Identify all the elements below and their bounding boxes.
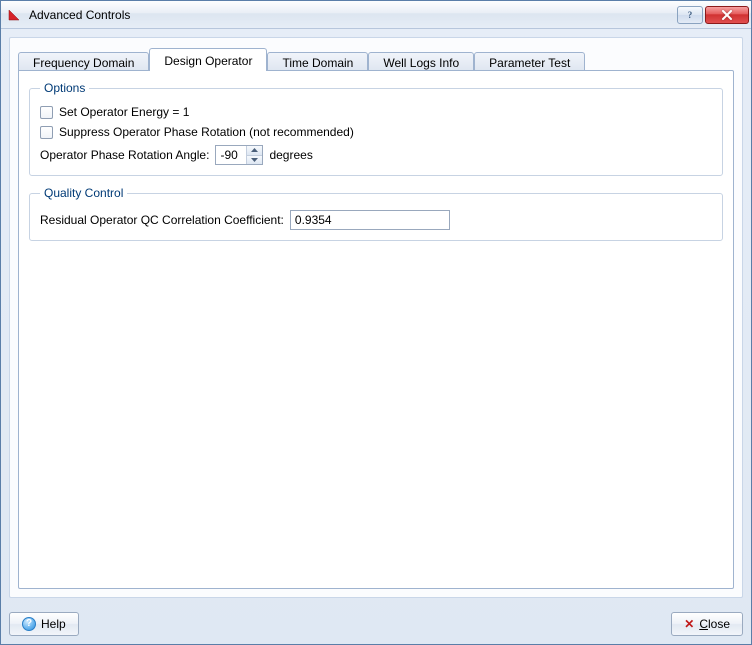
tab-page-design-operator: Options Set Operator Energy = 1 Suppress… bbox=[18, 70, 734, 589]
options-group: Options Set Operator Energy = 1 Suppress… bbox=[29, 81, 723, 176]
tabs-row: Frequency Domain Design Operator Time Do… bbox=[18, 46, 734, 70]
close-button[interactable]: ✕ Close bbox=[671, 612, 743, 636]
tab-label: Frequency Domain bbox=[33, 56, 134, 70]
row-rotation-angle: Operator Phase Rotation Angle: degr bbox=[40, 145, 712, 165]
checkbox-suppress-phase[interactable] bbox=[40, 126, 53, 139]
label-rotation-angle: Operator Phase Rotation Angle: bbox=[40, 148, 209, 162]
tab-label: Parameter Test bbox=[489, 56, 570, 70]
titlebar-close-button[interactable] bbox=[705, 6, 749, 24]
spinner-buttons bbox=[246, 146, 262, 164]
options-legend: Options bbox=[40, 81, 89, 95]
tab-label: Time Domain bbox=[282, 56, 353, 70]
footer: ? Help ✕ Close bbox=[1, 606, 751, 644]
tab-time-domain[interactable]: Time Domain bbox=[267, 52, 368, 72]
checkbox-set-energy[interactable] bbox=[40, 106, 53, 119]
input-qc-coefficient[interactable] bbox=[290, 210, 450, 230]
window-buttons: ? bbox=[677, 6, 749, 24]
help-button[interactable]: ? Help bbox=[9, 612, 79, 636]
help-button-label: Help bbox=[41, 617, 66, 631]
row-set-energy: Set Operator Energy = 1 bbox=[40, 105, 712, 119]
quality-control-group: Quality Control Residual Operator QC Cor… bbox=[29, 186, 723, 241]
dialog-window: Advanced Controls ? Frequency Domain Des… bbox=[0, 0, 752, 645]
svg-text:?: ? bbox=[688, 10, 693, 20]
input-rotation-angle[interactable] bbox=[216, 146, 246, 164]
tab-label: Well Logs Info bbox=[383, 56, 459, 70]
tab-well-logs-info[interactable]: Well Logs Info bbox=[368, 52, 474, 72]
help-icon: ? bbox=[22, 617, 36, 631]
spinner-down-button[interactable] bbox=[247, 155, 262, 165]
label-set-energy[interactable]: Set Operator Energy = 1 bbox=[59, 105, 189, 119]
titlebar-help-button[interactable]: ? bbox=[677, 6, 703, 24]
titlebar[interactable]: Advanced Controls ? bbox=[1, 1, 751, 29]
spinner-up-button[interactable] bbox=[247, 146, 262, 155]
row-suppress-phase: Suppress Operator Phase Rotation (not re… bbox=[40, 125, 712, 139]
label-rotation-units: degrees bbox=[269, 148, 312, 162]
label-suppress-phase[interactable]: Suppress Operator Phase Rotation (not re… bbox=[59, 125, 354, 139]
spinner-rotation-angle bbox=[215, 145, 263, 165]
tab-design-operator[interactable]: Design Operator bbox=[149, 48, 267, 71]
tab-frequency-domain[interactable]: Frequency Domain bbox=[18, 52, 149, 72]
client-area: Frequency Domain Design Operator Time Do… bbox=[9, 37, 743, 598]
label-qc-coefficient: Residual Operator QC Correlation Coeffic… bbox=[40, 213, 284, 227]
tab-label: Design Operator bbox=[164, 54, 252, 68]
close-x-icon: ✕ bbox=[684, 618, 694, 630]
qc-legend: Quality Control bbox=[40, 186, 127, 200]
close-button-label: Close bbox=[699, 617, 730, 631]
window-title: Advanced Controls bbox=[29, 8, 677, 22]
app-icon bbox=[7, 7, 23, 23]
tab-parameter-test[interactable]: Parameter Test bbox=[474, 52, 585, 72]
row-qc-coefficient: Residual Operator QC Correlation Coeffic… bbox=[40, 210, 712, 230]
